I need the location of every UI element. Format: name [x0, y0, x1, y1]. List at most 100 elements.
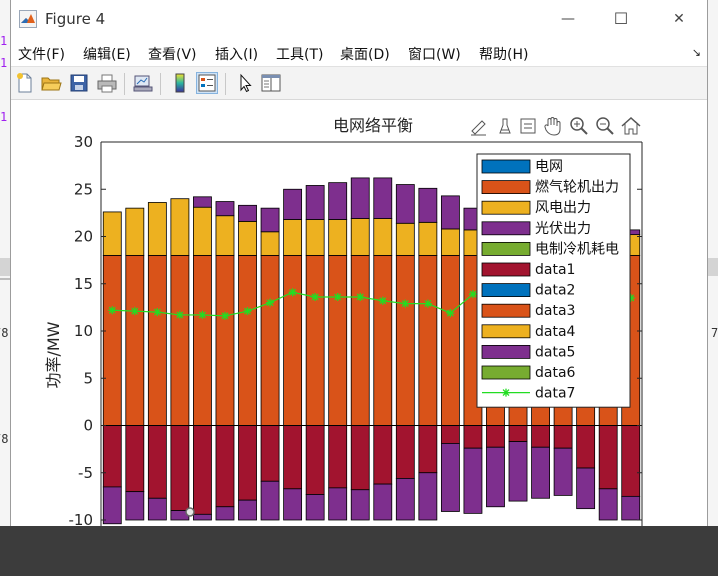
line-marker — [220, 311, 229, 320]
menu-help[interactable]: 帮助(H) — [479, 44, 528, 64]
bar-segment — [328, 425, 348, 489]
new-figure-icon[interactable] — [14, 72, 36, 94]
y-tick-label: 10 — [74, 322, 93, 340]
line-marker — [198, 310, 207, 319]
bar-segment — [440, 228, 460, 256]
background-code-fragment: 1 — [0, 34, 8, 48]
legend-swatch — [481, 344, 531, 359]
zoom-out-icon[interactable] — [596, 117, 614, 135]
bar-segment — [283, 188, 303, 220]
bar-segment — [147, 497, 167, 521]
bar-segment — [260, 254, 280, 426]
bar-segment — [215, 201, 235, 217]
legend-label: data7 — [535, 386, 575, 402]
line-marker — [311, 292, 320, 301]
y-axis-label: 功率/MW — [44, 321, 63, 388]
line-marker — [356, 292, 365, 301]
background-editor-right-strip — [708, 258, 718, 276]
line-marker — [401, 299, 410, 308]
property-inspector-icon[interactable] — [260, 72, 282, 94]
home-icon[interactable] — [621, 116, 641, 135]
bar-segment — [215, 254, 235, 426]
brush-edit-icon[interactable] — [471, 120, 486, 136]
legend-label: 电网 — [535, 159, 563, 175]
legend-icon[interactable] — [196, 72, 218, 94]
menu-window[interactable]: 窗口(W) — [408, 44, 461, 64]
bar-segment — [260, 207, 280, 233]
menu-desktop[interactable]: 桌面(D) — [340, 44, 390, 64]
bar-segment — [170, 198, 190, 256]
bar-segment — [598, 488, 618, 521]
legend-swatch — [481, 283, 531, 298]
maximize-button[interactable]: ☐ — [604, 6, 638, 32]
bar-segment — [102, 254, 122, 426]
bar-segment — [125, 425, 145, 493]
open-file-icon[interactable] — [40, 72, 62, 94]
legend-swatch — [481, 303, 531, 318]
menu-view[interactable]: 查看(V) — [148, 44, 197, 64]
bar-segment — [418, 221, 438, 256]
title-bar[interactable]: Figure 4 — ☐ ✕ — [11, 0, 707, 38]
bar-segment — [395, 425, 415, 479]
figure-toolbar — [11, 66, 707, 100]
legend-label: data5 — [535, 344, 575, 360]
legend-label: data6 — [535, 365, 576, 381]
close-button[interactable]: ✕ — [662, 6, 696, 32]
minimize-button[interactable]: — — [551, 6, 585, 32]
menu-bar: 文件(F) 编辑(E) 查看(V) 插入(I) 工具(T) 桌面(D) 窗口(W… — [11, 38, 707, 66]
bar-segment — [170, 425, 190, 511]
bar-segment — [598, 425, 618, 490]
matlab-logo-icon — [19, 10, 37, 28]
bar-segment — [102, 425, 122, 488]
bar-segment — [463, 425, 483, 449]
bar-segment — [440, 254, 460, 426]
pointer-icon[interactable] — [234, 72, 256, 94]
bar-segment — [418, 472, 438, 521]
bar-segment — [305, 185, 325, 220]
bar-segment — [125, 491, 145, 521]
background-code-fragment: 78 — [0, 326, 9, 340]
y-tick-label: 25 — [74, 180, 93, 198]
bar-segment — [508, 425, 528, 442]
line-marker — [423, 299, 432, 308]
bar-segment — [305, 219, 325, 256]
link-plot-icon[interactable] — [132, 72, 154, 94]
line-marker — [333, 292, 342, 301]
line-marker — [175, 310, 184, 319]
background-code-fragment: 78 — [0, 432, 9, 446]
bar-segment — [305, 425, 325, 495]
menu-insert[interactable]: 插入(I) — [215, 44, 258, 64]
legend-swatch — [481, 221, 531, 236]
bar-segment — [440, 195, 460, 230]
axes-toolbar — [471, 116, 641, 136]
data-brush-icon[interactable] — [499, 118, 511, 134]
menu-edit[interactable]: 编辑(E) — [83, 44, 131, 64]
chart-svg[interactable]: 30 25 20 15 10 5 0 -5 -10 电网络平衡功率/MW 电网燃气轮机出力风电出力光… — [11, 100, 708, 526]
dock-figure-icon[interactable]: ↘ — [692, 46, 701, 59]
bar-segment — [260, 425, 280, 482]
bar-segment — [486, 446, 505, 508]
bar-segment — [193, 425, 212, 515]
bar-segment — [193, 196, 212, 208]
menu-file[interactable]: 文件(F) — [18, 44, 65, 64]
toolbar-separator — [124, 73, 125, 95]
print-icon[interactable] — [96, 72, 118, 94]
pan-icon[interactable] — [544, 117, 561, 136]
bar-segment — [305, 494, 325, 521]
background-code-fragment: 7 — [711, 326, 718, 340]
save-icon[interactable] — [68, 72, 90, 94]
zoom-in-icon[interactable] — [570, 117, 588, 135]
window-title: Figure 4 — [45, 10, 106, 28]
background-code-fragment: 1 — [0, 110, 8, 124]
data-tip-icon[interactable] — [520, 118, 536, 134]
bar-segment — [486, 425, 505, 448]
figure-canvas[interactable]: 30 25 20 15 10 5 0 -5 -10 电网络平衡 功率/MW 电网 燃气轮机出力 风电出力光… — [11, 100, 707, 526]
line-marker — [243, 307, 252, 316]
bar-segment — [260, 231, 280, 256]
y-tick-label: 5 — [83, 369, 93, 387]
bar-segment — [418, 187, 438, 223]
bar-segment — [283, 488, 303, 521]
toolbar-separator — [160, 73, 161, 95]
menu-tools[interactable]: 工具(T) — [276, 44, 323, 64]
colorbar-icon[interactable] — [169, 72, 191, 94]
